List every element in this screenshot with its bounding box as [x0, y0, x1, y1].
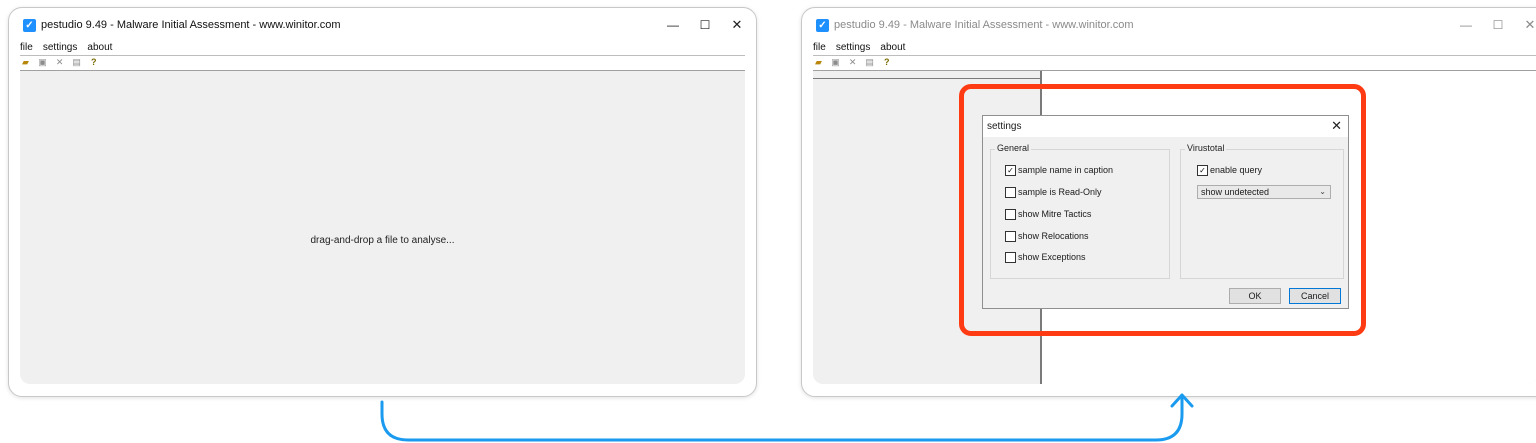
transition-arrow	[380, 393, 1194, 442]
arrow-curve	[380, 396, 1184, 442]
